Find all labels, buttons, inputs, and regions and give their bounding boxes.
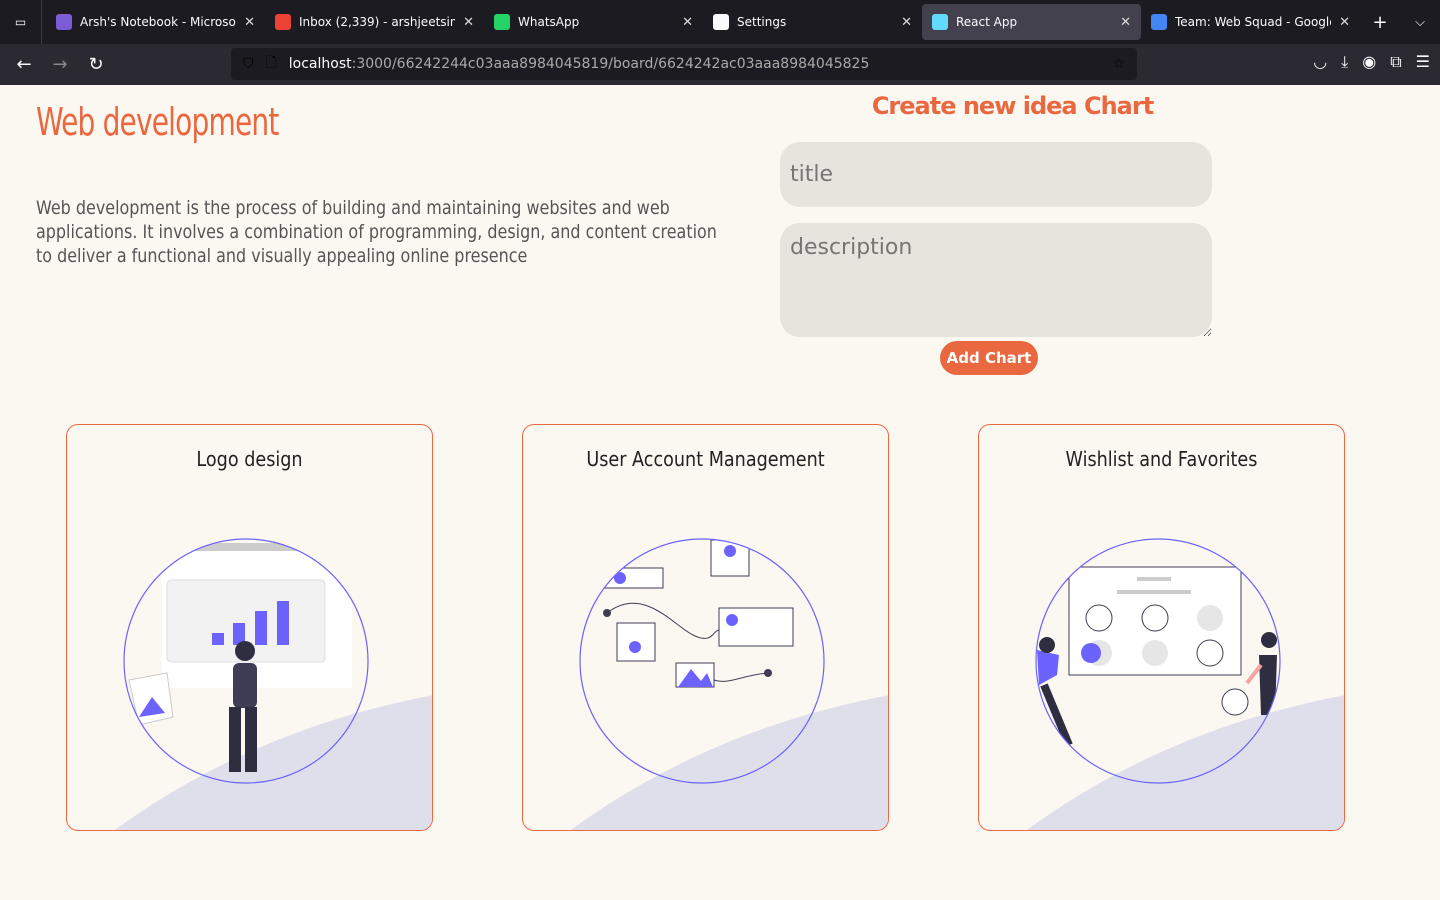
dashboard-icons-illustration <box>1026 538 1344 830</box>
idea-card[interactable]: Logo design <box>66 424 433 831</box>
tab-label: Inbox (2,339) - arshjeetsingh12 <box>299 15 456 29</box>
tab-label: React App <box>956 15 1018 29</box>
tab-2[interactable]: WhatsApp ✕ <box>484 4 703 40</box>
download-icon[interactable]: ⤓ <box>1341 52 1348 72</box>
whatsapp-icon <box>494 14 510 30</box>
url-path: :3000/66242244c03aaa8984045819/board/662… <box>351 56 870 72</box>
close-tab-icon[interactable]: ✕ <box>463 15 474 30</box>
close-tab-icon[interactable]: ✕ <box>1120 15 1131 30</box>
tab-4[interactable]: React App ✕ <box>922 4 1141 40</box>
board-description: Web development is the process of buildi… <box>36 197 717 267</box>
close-tab-icon[interactable]: ✕ <box>682 15 693 30</box>
bookmark-star-icon[interactable]: ☆ <box>1112 56 1125 72</box>
idea-card[interactable]: User Account Management <box>522 424 889 831</box>
tab-5[interactable]: Team: Web Squad - Google Docs ✕ <box>1141 4 1360 40</box>
page-icon: 🗋 <box>265 55 277 71</box>
tab-bar: ▭ Arsh's Notebook - Microsoft OneNote✕In… <box>0 0 1440 44</box>
shield-icon[interactable]: ⛉ <box>243 56 254 72</box>
title-input[interactable] <box>780 142 1212 207</box>
close-tab-icon[interactable]: ✕ <box>901 15 912 30</box>
board-title: Web development <box>36 100 279 144</box>
account-icon[interactable]: ◉ <box>1362 52 1376 72</box>
idea-card[interactable]: Wishlist and Favorites <box>978 424 1345 831</box>
gmail-icon <box>275 14 291 30</box>
description-textarea[interactable] <box>780 223 1212 337</box>
gear-icon <box>713 14 729 30</box>
react-icon <box>932 14 948 30</box>
close-tab-icon[interactable]: ✕ <box>244 15 255 30</box>
tab-3[interactable]: Settings ✕ <box>703 4 922 40</box>
tab-label: WhatsApp <box>518 15 580 29</box>
url-bar[interactable]: ⛉ 🗋 localhost:3000/66242244c03aaa8984045… <box>231 48 1137 80</box>
tab-label: Arsh's Notebook - Microsoft OneNote <box>80 15 236 29</box>
reload-button[interactable]: ↻ <box>78 54 114 75</box>
docs-icon <box>1151 14 1167 30</box>
menu-icon[interactable]: ☰ <box>1416 52 1430 72</box>
tab-label: Settings <box>737 15 787 29</box>
extensions-icon[interactable]: ⧉ <box>1390 52 1401 72</box>
presentation-bar-chart-illustration <box>114 538 432 830</box>
firefox-view-button[interactable]: ▭ <box>0 0 42 44</box>
close-tab-icon[interactable]: ✕ <box>1339 15 1350 30</box>
card-title: User Account Management <box>586 447 825 471</box>
tab-0[interactable]: Arsh's Notebook - Microsoft OneNote ✕ <box>46 4 265 40</box>
tab-label: Team: Web Squad - Google Docs <box>1175 15 1331 29</box>
pocket-icon[interactable]: ◡ <box>1313 52 1327 72</box>
add-chart-button[interactable]: Add Chart <box>940 341 1038 375</box>
back-button[interactable]: ← <box>6 54 42 75</box>
onenote-icon <box>56 14 72 30</box>
list-tabs-button[interactable]: ⌵ <box>1400 15 1440 30</box>
form-heading: Create new idea Chart <box>871 92 1154 120</box>
url-host: localhost <box>288 56 352 72</box>
forward-button[interactable]: → <box>42 54 78 75</box>
tab-1[interactable]: Inbox (2,339) - arshjeetsingh12 ✕ <box>265 4 484 40</box>
card-title: Wishlist and Favorites <box>1065 447 1258 471</box>
card-title: Logo design <box>196 447 303 471</box>
workflow-connections-illustration <box>570 538 888 830</box>
new-tab-button[interactable]: + <box>1360 12 1400 33</box>
